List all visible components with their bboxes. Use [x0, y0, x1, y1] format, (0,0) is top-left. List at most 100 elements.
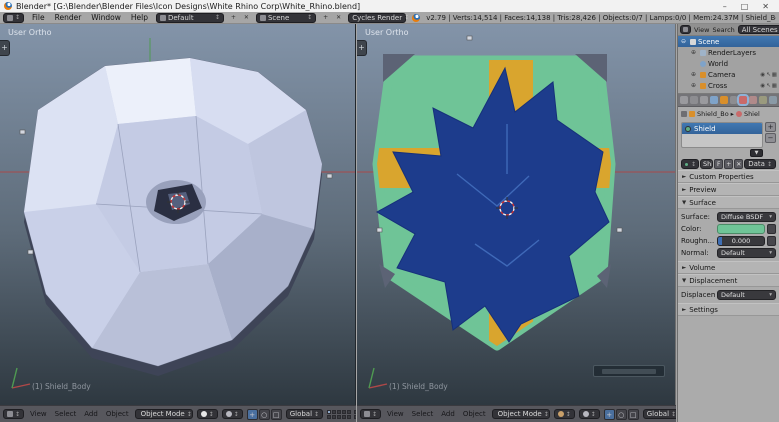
- viewport-right-canvas[interactable]: [357, 24, 676, 405]
- new-material-button[interactable]: +: [724, 159, 733, 169]
- mode-dropdown[interactable]: Object Mode ↕: [135, 409, 193, 419]
- tree-item-world[interactable]: World: [678, 58, 779, 69]
- menu-add[interactable]: Add: [82, 410, 100, 418]
- orientation-dropdown[interactable]: Global ↕: [643, 409, 676, 419]
- tab-texture[interactable]: [749, 96, 757, 104]
- mode-dropdown[interactable]: Object Mode ↕: [492, 409, 550, 419]
- diffuse-color-swatch[interactable]: [717, 224, 765, 234]
- restrict-select-icon[interactable]: ↖: [766, 72, 771, 78]
- tab-render-layers[interactable]: [690, 96, 698, 104]
- normal-dropdown[interactable]: Default ▾: [717, 248, 776, 258]
- shield-model-material[interactable]: [371, 54, 617, 350]
- tree-item-renderlayers[interactable]: ⊕ RenderLayers: [678, 47, 779, 58]
- collapse-icon[interactable]: ⊖: [681, 38, 688, 45]
- slot-specials-button[interactable]: ▼: [750, 149, 763, 157]
- breadcrumb-object[interactable]: Shield_Bo: [697, 110, 729, 118]
- editor-type-selector[interactable]: ↕: [3, 13, 24, 23]
- material-name-field[interactable]: Shield: [700, 159, 713, 169]
- tab-material[interactable]: [739, 96, 747, 104]
- breadcrumb-material[interactable]: Shiel: [744, 110, 760, 118]
- menu-add[interactable]: Add: [439, 410, 457, 418]
- restrict-render-icon[interactable]: ▦: [772, 83, 777, 89]
- origin-marker[interactable]: [617, 228, 622, 232]
- tab-scene[interactable]: [700, 96, 708, 104]
- translate-manipulator-button[interactable]: +: [247, 409, 258, 420]
- viewport-shading-dropdown[interactable]: ↕: [197, 409, 218, 419]
- editor-type-selector[interactable]: ↕: [360, 409, 381, 419]
- browse-material-dropdown[interactable]: ↕: [681, 159, 699, 169]
- menu-object[interactable]: Object: [104, 410, 131, 418]
- surface-shader-dropdown[interactable]: Diffuse BSDF ▾: [717, 212, 776, 222]
- origin-marker[interactable]: [467, 36, 472, 40]
- fake-user-button[interactable]: F: [714, 159, 723, 169]
- unlink-material-button[interactable]: ✕: [734, 159, 743, 169]
- menu-view[interactable]: View: [28, 410, 49, 418]
- panel-settings[interactable]: ► Settings: [678, 303, 779, 316]
- origin-marker[interactable]: [20, 130, 25, 134]
- menu-window[interactable]: Window: [89, 13, 123, 22]
- tree-item-scene[interactable]: ⊖ Scene: [678, 36, 779, 47]
- menu-help[interactable]: Help: [129, 13, 150, 22]
- scene-dropdown[interactable]: Scene ↕: [256, 13, 316, 23]
- viewport-left-canvas[interactable]: [0, 24, 356, 405]
- outliner-view-menu[interactable]: View: [694, 26, 709, 34]
- outliner-search-menu[interactable]: Search: [712, 26, 734, 34]
- pivot-dropdown[interactable]: ↕: [222, 409, 243, 419]
- material-slot-list[interactable]: Shield: [681, 122, 763, 148]
- delete-scene-button[interactable]: ✕: [335, 14, 342, 21]
- scale-manipulator-button[interactable]: □: [628, 409, 639, 420]
- delete-layout-button[interactable]: ✕: [243, 14, 250, 21]
- tab-physics[interactable]: [769, 96, 777, 104]
- layers-widget[interactable]: [327, 410, 356, 419]
- menu-select[interactable]: Select: [410, 410, 436, 418]
- add-layout-button[interactable]: +: [230, 14, 237, 21]
- remove-slot-button[interactable]: −: [765, 133, 776, 143]
- material-slot-selected[interactable]: Shield: [682, 123, 762, 134]
- displacement-dropdown[interactable]: Default ▾: [717, 290, 776, 300]
- expand-icon[interactable]: ⊕: [691, 49, 698, 56]
- panel-surface[interactable]: ▼ Surface: [678, 196, 779, 209]
- toolshelf-expand-tab[interactable]: +: [357, 40, 367, 56]
- outliner-editor-selector[interactable]: [680, 25, 691, 34]
- menu-select[interactable]: Select: [53, 410, 79, 418]
- origin-marker[interactable]: [28, 250, 33, 254]
- screen-layout-dropdown[interactable]: Default ↕: [156, 13, 224, 23]
- restrict-select-icon[interactable]: ↖: [766, 83, 771, 89]
- panel-volume[interactable]: ► Volume: [678, 261, 779, 274]
- tree-item-camera[interactable]: ⊕ Camera ◉ ↖ ▦: [678, 69, 779, 80]
- data-source-dropdown[interactable]: Data ↕: [744, 159, 776, 169]
- maximize-button[interactable]: □: [741, 2, 749, 11]
- tab-modifiers[interactable]: [730, 96, 738, 104]
- minimize-button[interactable]: –: [723, 2, 727, 11]
- tab-particles[interactable]: [759, 96, 767, 104]
- menu-render[interactable]: Render: [53, 13, 84, 22]
- origin-marker[interactable]: [327, 174, 332, 178]
- panel-preview[interactable]: ► Preview: [678, 183, 779, 196]
- rotate-manipulator-button[interactable]: ○: [616, 409, 627, 420]
- menu-view[interactable]: View: [385, 410, 406, 418]
- orientation-dropdown[interactable]: Global ↕: [286, 409, 323, 419]
- menu-object[interactable]: Object: [461, 410, 488, 418]
- roughness-slider[interactable]: 0.000: [717, 236, 765, 246]
- rotate-manipulator-button[interactable]: ○: [259, 409, 270, 420]
- scale-manipulator-button[interactable]: □: [271, 409, 282, 420]
- editor-type-selector[interactable]: ↕: [3, 409, 24, 419]
- origin-marker[interactable]: [377, 228, 382, 232]
- add-slot-button[interactable]: +: [765, 122, 776, 132]
- add-scene-button[interactable]: +: [322, 14, 329, 21]
- toolshelf-expand-tab[interactable]: +: [0, 40, 10, 56]
- tree-item-cross[interactable]: ⊕ Cross ◉ ↖ ▦: [678, 80, 779, 91]
- tab-object[interactable]: [720, 96, 728, 104]
- roughness-socket-button[interactable]: [767, 236, 776, 246]
- pivot-dropdown[interactable]: ↕: [579, 409, 600, 419]
- viewport-right[interactable]: User Ortho + (1) Shield_Body: [357, 24, 676, 405]
- viewport-left[interactable]: User Ortho + (1) Shield_Body: [0, 24, 356, 405]
- close-button[interactable]: ✕: [762, 2, 769, 11]
- tab-world[interactable]: [710, 96, 718, 104]
- color-socket-button[interactable]: [767, 224, 776, 234]
- restrict-view-icon[interactable]: ◉: [760, 83, 765, 89]
- panel-displacement[interactable]: ▼ Displacement: [678, 274, 779, 287]
- viewport-shading-dropdown[interactable]: ↕: [554, 409, 575, 419]
- menu-file[interactable]: File: [30, 13, 47, 22]
- outliner-scope-dropdown[interactable]: All Scenes: [738, 25, 779, 34]
